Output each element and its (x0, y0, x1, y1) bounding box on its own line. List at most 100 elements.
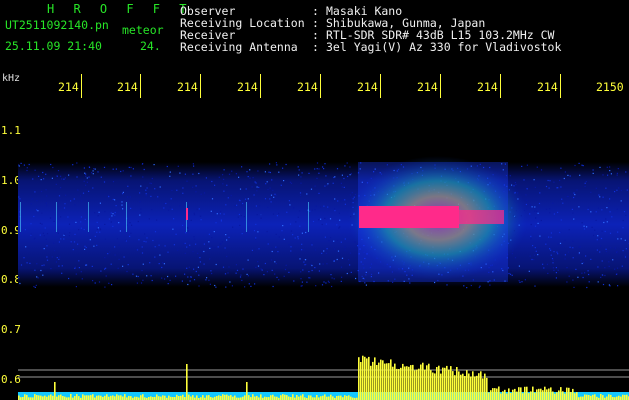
amplitude-bar (176, 394, 178, 400)
noise-speck (311, 209, 313, 211)
noise-speck (604, 230, 606, 233)
noise-speck (228, 236, 230, 238)
noise-speck (74, 233, 76, 235)
noise-speck (339, 226, 341, 228)
noise-speck (563, 177, 565, 180)
noise-speck (569, 175, 571, 177)
noise-speck (197, 252, 199, 254)
noise-speck (236, 204, 238, 206)
noise-speck (84, 245, 86, 247)
noise-speck (132, 168, 134, 170)
noise-speck (271, 250, 273, 253)
noise-speck (240, 215, 242, 217)
noise-speck (164, 245, 166, 247)
noise-speck (321, 252, 323, 254)
noise-speck (269, 198, 271, 200)
amplitude-bar (606, 396, 608, 400)
noise-speck (84, 218, 86, 220)
noise-speck (78, 260, 80, 262)
noise-speck (519, 281, 521, 283)
noise-speck (187, 206, 189, 208)
noise-speck (30, 203, 32, 205)
noise-speck (179, 205, 181, 207)
amplitude-bar (500, 393, 502, 400)
noise-speck (514, 257, 516, 259)
noise-speck (130, 166, 132, 169)
noise-speck (276, 246, 278, 248)
noise-speck (80, 271, 82, 273)
noise-speck (129, 196, 131, 198)
noise-speck (301, 243, 303, 245)
noise-speck (334, 210, 336, 212)
noise-speck (341, 186, 343, 188)
noise-speck (614, 247, 616, 249)
noise-speck (142, 279, 144, 281)
noise-speck (600, 237, 603, 240)
noise-speck (209, 258, 211, 260)
amplitude-bar (274, 396, 276, 400)
streak (308, 202, 309, 232)
noise-speck (255, 182, 257, 184)
amplitude-bar (430, 370, 432, 400)
noise-speck (606, 207, 608, 209)
noise-speck (217, 246, 219, 248)
noise-speck (561, 245, 563, 247)
streak (126, 202, 127, 232)
noise-speck (328, 281, 330, 283)
amplitude-bar (384, 363, 386, 400)
amplitude-bar (156, 394, 158, 400)
amplitude-bar (246, 382, 248, 400)
noise-speck (531, 206, 533, 208)
noise-speck (18, 165, 20, 167)
amplitude-bar (488, 392, 490, 400)
noise-speck (588, 273, 590, 276)
amplitude-bar (388, 363, 390, 400)
noise-speck (70, 200, 72, 202)
noise-speck (145, 241, 147, 243)
noise-speck (41, 223, 43, 225)
amplitude-bar (482, 378, 484, 400)
noise-speck (297, 166, 299, 168)
amplitude-trace (18, 355, 629, 400)
noise-speck (23, 164, 25, 166)
noise-speck (318, 168, 320, 170)
noise-speck (92, 187, 94, 189)
noise-speck (293, 207, 295, 209)
noise-speck (535, 217, 537, 219)
noise-speck (226, 255, 228, 258)
noise-speck (617, 238, 619, 240)
noise-speck (609, 247, 612, 249)
noise-speck (278, 279, 280, 281)
time-tick (140, 74, 141, 98)
noise-speck (622, 250, 624, 252)
noise-speck (30, 223, 32, 225)
streak (56, 202, 57, 232)
noise-speck (63, 238, 65, 240)
amplitude-bar (34, 394, 36, 400)
noise-speck (321, 223, 323, 226)
noise-speck (276, 276, 278, 278)
noise-speck (210, 210, 212, 212)
noise-speck (91, 265, 93, 267)
amplitude-bar (88, 395, 90, 400)
noise-speck (308, 172, 310, 174)
noise-speck (616, 267, 619, 269)
noise-speck (552, 202, 554, 204)
noise-speck (34, 286, 36, 288)
amplitude-bar (542, 390, 544, 400)
noise-speck (82, 192, 85, 194)
timestamp: 25.11.09 21:40 (5, 39, 102, 53)
noise-speck (114, 246, 116, 248)
amplitude-bar (298, 396, 300, 400)
noise-speck (186, 180, 188, 182)
noise-speck (235, 264, 237, 266)
noise-speck (573, 196, 575, 199)
noise-speck (344, 203, 346, 205)
noise-speck (249, 177, 251, 179)
noise-speck (19, 198, 21, 200)
amplitude-bar (226, 394, 228, 400)
noise-speck (93, 245, 95, 247)
amplitude-bar (568, 387, 570, 400)
amplitude-bar (424, 369, 426, 400)
noise-speck (318, 172, 320, 174)
